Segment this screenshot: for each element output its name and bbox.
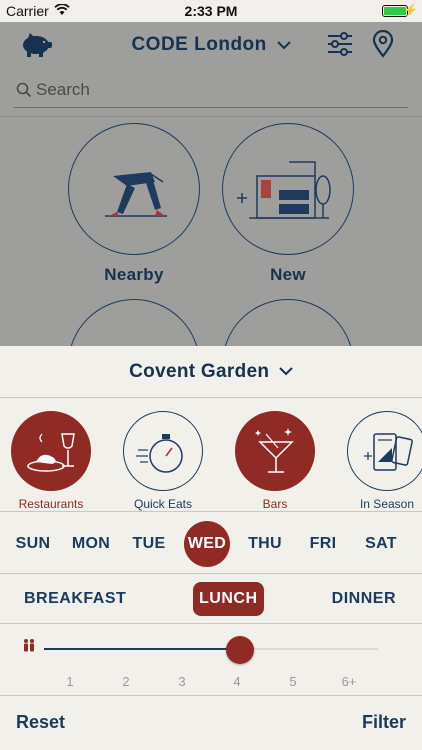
venue-type-label: Restaurants [18,497,84,511]
neighborhood-label: Covent Garden [129,361,270,382]
drinks-icon [68,299,200,346]
day-sun[interactable]: SUN [10,521,56,567]
category-nearby[interactable]: Nearby [68,123,200,285]
slider-track[interactable] [44,648,378,650]
stopwatch-icon [222,299,354,346]
day-wed[interactable]: WED [184,521,230,567]
meal-lunch[interactable]: LUNCH [193,582,264,616]
category-label: New [270,265,306,284]
day-fri[interactable]: FRI [300,521,346,567]
filter-button[interactable]: Filter [362,712,406,733]
venue-type-row: Restaurants Quick Eats Bars In Season [0,398,422,512]
party-size-option[interactable]: 1 [58,674,82,689]
search-bar [14,74,408,108]
venue-type-restaurants[interactable]: Restaurants [3,411,99,511]
stopwatch-icon [123,411,203,491]
city-selector[interactable]: CODE London [0,34,422,56]
day-thu[interactable]: THU [242,521,288,567]
party-size-slider: 1 2 3 4 5 6+ [0,624,422,696]
venue-type-label: In Season [359,497,415,511]
day-tue[interactable]: TUE [126,521,172,567]
day-sat[interactable]: SAT [358,521,404,567]
storefront-icon [222,123,354,255]
slider-fill [44,648,240,650]
party-size-option[interactable]: 3 [170,674,194,689]
category-label: Nearby [104,265,164,284]
filter-sheet: Covent Garden Restaurants Quick Eats Bar… [0,346,422,750]
day-mon[interactable]: MON [68,521,114,567]
slider-thumb[interactable] [226,636,254,664]
search-icon [16,82,32,98]
filter-sliders-icon[interactable] [326,31,354,57]
sheet-actions: Reset Filter [0,696,422,750]
category-grid: Nearby New [0,116,422,346]
chevron-down-icon [279,367,293,376]
party-size-option[interactable]: 6+ [337,674,361,689]
party-size-option[interactable]: 5 [281,674,305,689]
venue-type-quick-eats[interactable]: Quick Eats [115,411,211,511]
category-tile-partial[interactable] [68,299,200,346]
chevron-down-icon [276,41,291,50]
people-icon [24,639,34,652]
restaurant-icon [11,411,91,491]
day-selector: SUN MON TUE WED THU FRI SAT [0,512,422,574]
meal-selector: BREAKFAST LUNCH DINNER [0,574,422,624]
city-label: CODE London [131,34,267,55]
category-new[interactable]: New [222,123,354,285]
search-input[interactable] [36,78,396,102]
cocktail-icon [235,411,315,491]
clock: 2:33 PM [184,3,238,19]
walking-person-icon [68,123,200,255]
venue-type-label: Bars [262,497,288,511]
meal-dinner[interactable]: DINNER [332,582,396,616]
neighborhood-selector[interactable]: Covent Garden [0,346,422,398]
category-tile-partial[interactable] [222,299,354,346]
charging-icon: ⚡ [403,3,418,17]
party-size-option[interactable]: 2 [114,674,138,689]
header: CODE London [0,22,422,116]
status-bar: Carrier 2:33 PM ⚡ [0,0,422,22]
venue-type-in-season[interactable]: In Season [339,411,422,511]
venue-type-bars[interactable]: Bars [227,411,323,511]
party-size-option[interactable]: 4 [225,674,249,689]
map-pin-icon[interactable] [372,30,394,58]
reset-button[interactable]: Reset [16,712,65,733]
tickets-icon [347,411,422,491]
venue-type-label: Quick Eats [133,497,193,511]
meal-breakfast[interactable]: BREAKFAST [24,582,126,616]
